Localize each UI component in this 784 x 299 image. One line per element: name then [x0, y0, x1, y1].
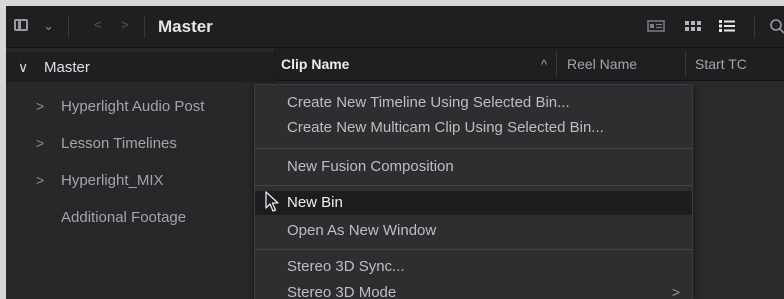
menu-item-create-new-timeline[interactable]: Create New Timeline Using Selected Bin..… [255, 91, 692, 115]
sidebar-item-label: Master [44, 59, 90, 76]
column-header-reel-name[interactable]: Reel Name [567, 56, 637, 72]
column-divider[interactable] [556, 52, 557, 76]
list-header: Clip Name ^ Reel Name Start TC [275, 48, 784, 81]
menu-separator [255, 148, 692, 149]
column-divider[interactable] [685, 52, 686, 76]
page-title: Master [158, 17, 213, 36]
menu-item-label: Stereo 3D Mode [287, 284, 397, 299]
sort-ascending-icon[interactable]: ^ [541, 57, 547, 72]
menu-item-label: Stereo 3D Sync... [287, 258, 405, 275]
menu-item-create-new-multicam-clip[interactable]: Create New Multicam Clip Using Selected … [255, 116, 692, 140]
back-arrow-icon[interactable]: < [94, 17, 102, 32]
menu-item-new-fusion-composition[interactable]: New Fusion Composition [255, 155, 692, 179]
sidebar-item-lesson-timelines[interactable]: > Lesson Timelines [6, 132, 274, 158]
chevron-down-icon[interactable]: ∨ [18, 59, 28, 76]
sidebar-item-additional-footage[interactable]: Additional Footage [6, 206, 274, 232]
metadata-view-icon[interactable] [647, 18, 665, 34]
menu-separator [255, 249, 692, 250]
column-header-start-tc[interactable]: Start TC [695, 56, 747, 72]
menu-item-stereo-3d-mode[interactable]: Stereo 3D Mode > [255, 281, 692, 299]
menu-item-open-as-new-window[interactable]: Open As New Window [255, 219, 692, 243]
column-header-clip-name[interactable]: Clip Name [281, 56, 349, 72]
chevron-right-icon: > [671, 284, 680, 299]
sidebar-toggle-icon[interactable] [14, 19, 28, 31]
toolbar: ⌄ < > Master [6, 6, 784, 48]
toolbar-divider [144, 16, 145, 38]
thumbnail-view-icon[interactable] [684, 18, 702, 34]
media-pool-panel: ⌄ < > Master ∨ Master > Hyperlight Audio… [6, 6, 784, 299]
toolbar-divider [754, 16, 755, 38]
search-icon[interactable] [769, 18, 784, 34]
context-menu: Create New Timeline Using Selected Bin..… [254, 84, 693, 299]
list-view-icon[interactable] [718, 18, 736, 34]
menu-item-label: Create New Multicam Clip Using Selected … [287, 119, 604, 136]
sidebar-item-hyperlight-mix[interactable]: > Hyperlight_MIX [6, 169, 274, 195]
chevron-right-icon[interactable]: > [36, 172, 44, 188]
bin-sidebar: ∨ Master > Hyperlight Audio Post > Lesso… [6, 48, 275, 299]
menu-separator [255, 185, 692, 186]
sidebar-item-label: Lesson Timelines [61, 135, 177, 152]
chevron-right-icon[interactable]: > [36, 135, 44, 151]
sidebar-item-label: Hyperlight_MIX [61, 172, 164, 189]
sidebar-item-master[interactable]: ∨ Master [6, 52, 274, 82]
sidebar-item-hyperlight-audio-post[interactable]: > Hyperlight Audio Post [6, 95, 274, 121]
menu-item-label: Open As New Window [287, 222, 437, 239]
mouse-pointer-icon [265, 191, 279, 212]
menu-item-label: Create New Timeline Using Selected Bin..… [287, 94, 570, 111]
menu-item-label: New Bin [287, 194, 343, 211]
chevron-down-icon[interactable]: ⌄ [43, 18, 54, 34]
sidebar-item-label: Additional Footage [61, 209, 187, 226]
menu-item-new-bin[interactable]: New Bin [255, 191, 692, 215]
forward-arrow-icon[interactable]: > [121, 17, 129, 32]
menu-item-label: New Fusion Composition [287, 158, 454, 175]
menu-item-stereo-3d-sync[interactable]: Stereo 3D Sync... [255, 255, 692, 279]
sidebar-item-label: Hyperlight Audio Post [61, 98, 205, 115]
toolbar-divider [68, 16, 69, 38]
chevron-right-icon[interactable]: > [36, 98, 44, 114]
